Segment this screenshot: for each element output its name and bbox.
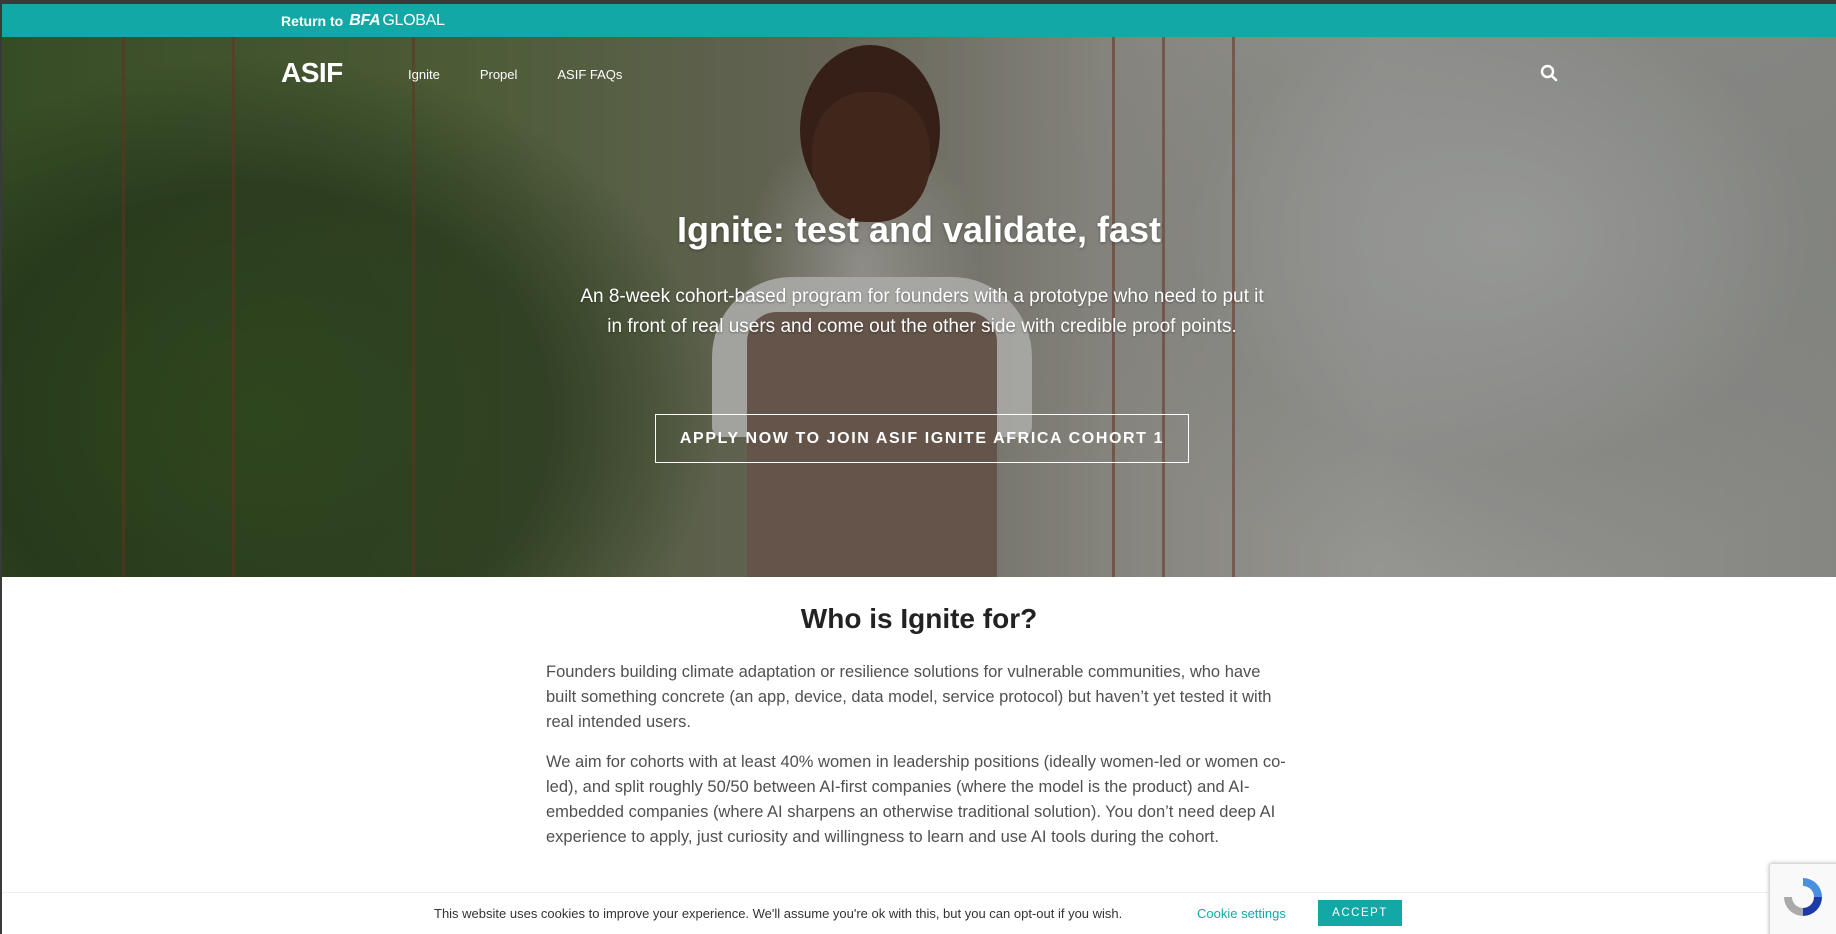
- search-icon[interactable]: [1539, 63, 1559, 83]
- hero-section: ASIF Ignite Propel ASIF FAQs Ignite: tes…: [2, 37, 1836, 577]
- cookie-accept-button[interactable]: ACCEPT: [1318, 900, 1402, 926]
- paragraph-cohorts: We aim for cohorts with at least 40% wom…: [546, 753, 1286, 846]
- return-to-bfa-link[interactable]: Return to BFA GLOBAL: [281, 12, 445, 30]
- bfa-logo-text: BFA: [349, 12, 381, 29]
- browser-viewport: Return to BFA GLOBAL ASIF Ignite Propel …: [2, 4, 1836, 934]
- cookie-settings-link[interactable]: Cookie settings: [1197, 906, 1286, 921]
- bfa-global-logo: BFA GLOBAL: [349, 12, 445, 30]
- hero-title: Ignite: test and validate, fast: [676, 209, 1162, 250]
- main-nav: ASIF Ignite Propel ASIF FAQs: [2, 37, 1836, 117]
- apply-now-button[interactable]: APPLY NOW TO JOIN ASIF IGNITE AFRICA COH…: [655, 414, 1189, 463]
- cookie-banner: This website uses cookies to improve you…: [2, 892, 1836, 934]
- nav-menu: Ignite Propel ASIF FAQs: [408, 67, 622, 82]
- nav-item-propel[interactable]: Propel: [480, 67, 518, 82]
- recaptcha-icon: [1784, 878, 1822, 916]
- cookie-message: This website uses cookies to improve you…: [434, 906, 1123, 921]
- recaptcha-badge[interactable]: [1769, 863, 1836, 934]
- top-bar: Return to BFA GLOBAL: [2, 4, 1836, 37]
- return-label: Return to: [281, 13, 344, 29]
- nav-item-ignite[interactable]: Ignite: [408, 67, 440, 82]
- site-logo[interactable]: ASIF: [281, 57, 343, 89]
- hero-subtitle: An 8-week cohort-based program for found…: [580, 286, 1264, 337]
- global-logo-text: GLOBAL: [382, 12, 445, 29]
- paragraph-founders: Founders building climate adaptation or …: [546, 663, 1272, 731]
- section-title: Who is Ignite for?: [800, 603, 1038, 634]
- nav-item-asif-faqs[interactable]: ASIF FAQs: [557, 67, 622, 82]
